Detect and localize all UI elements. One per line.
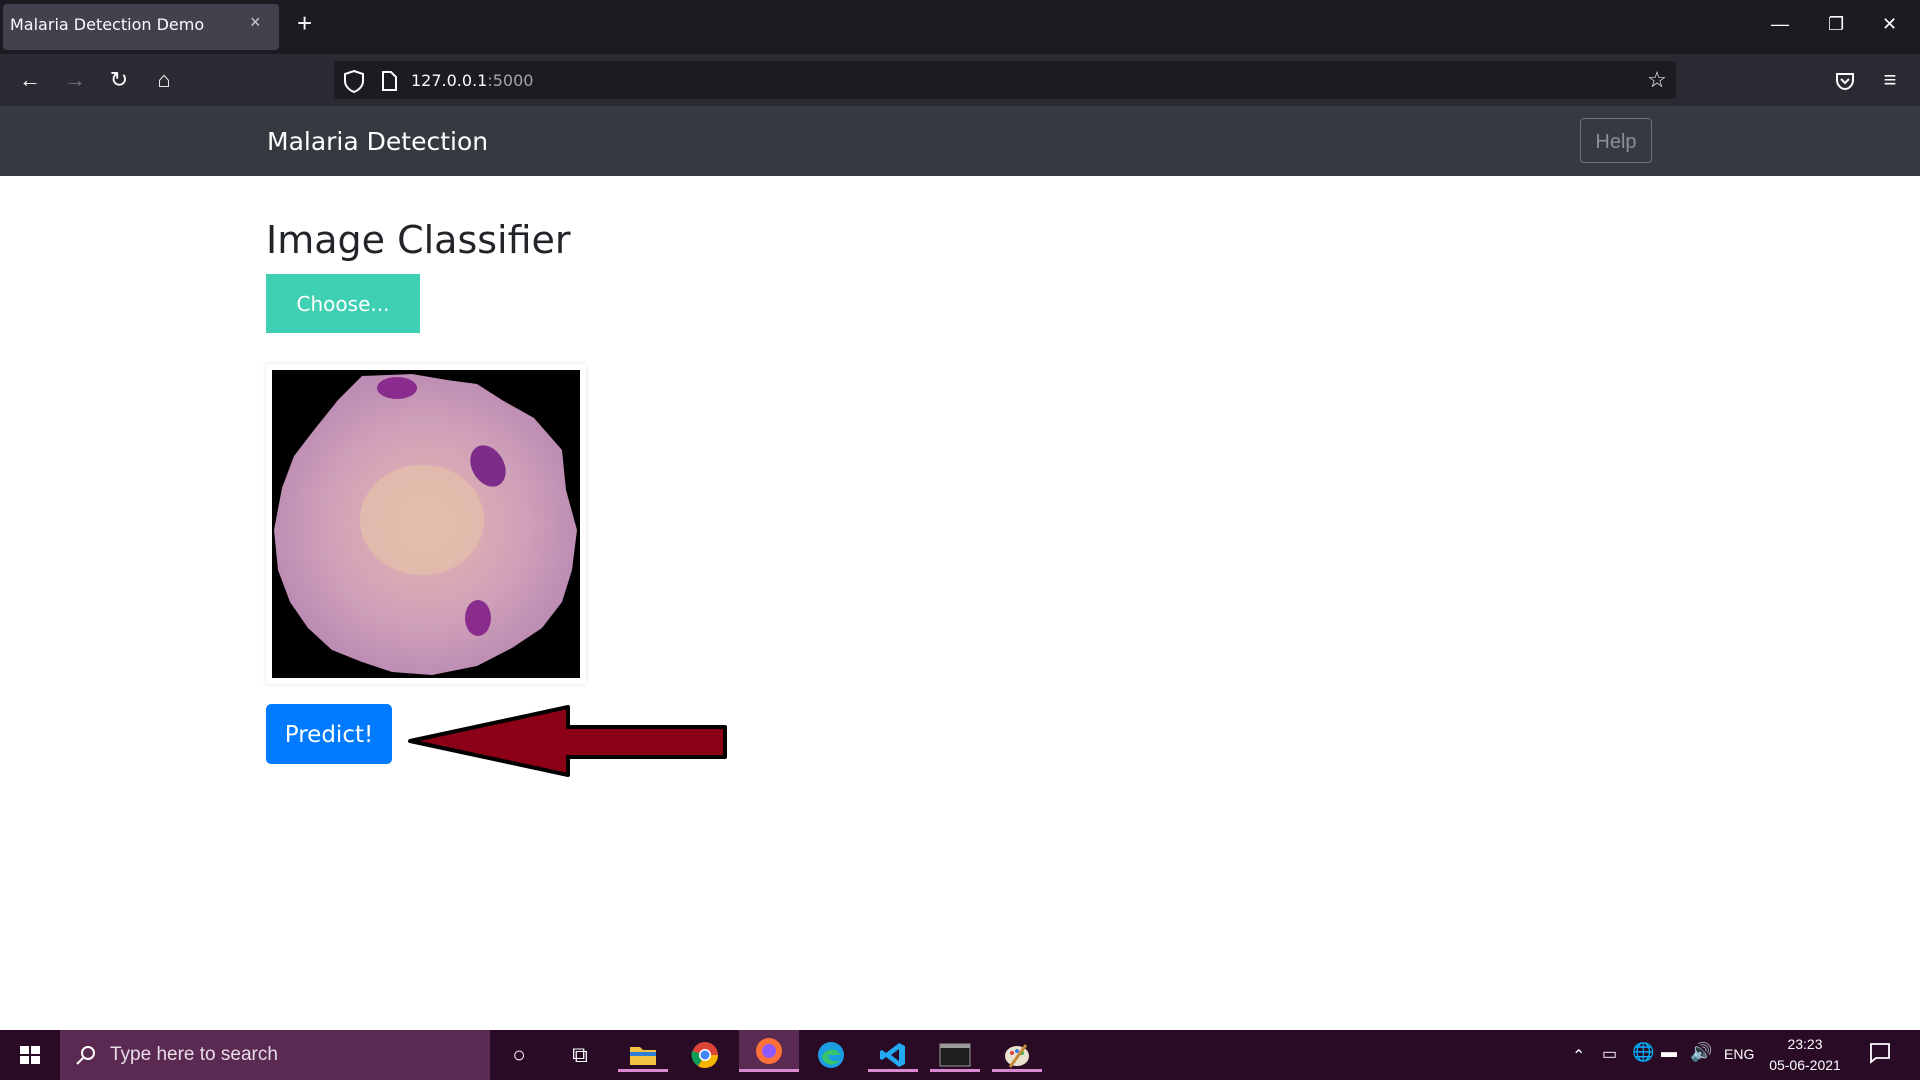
tray-chevron-icon[interactable]: ⌃	[1572, 1046, 1585, 1066]
clock-time: 23:23	[1787, 1036, 1823, 1052]
vscode-icon[interactable]	[868, 1038, 918, 1072]
language-indicator[interactable]: ENG	[1724, 1046, 1754, 1062]
network-icon[interactable]: 🌐	[1632, 1042, 1654, 1063]
windows-start-icon[interactable]	[0, 1030, 60, 1080]
bookmark-star-icon[interactable]: ☆	[1643, 66, 1671, 94]
cortana-icon[interactable]: ○	[494, 1038, 544, 1072]
chrome-icon[interactable]	[680, 1038, 730, 1072]
volume-icon[interactable]: 🔊	[1690, 1042, 1712, 1063]
shield-icon[interactable]	[340, 68, 368, 94]
close-window-icon[interactable]: ✕	[1882, 14, 1897, 35]
task-view-icon[interactable]: ⧉	[555, 1038, 605, 1072]
meet-now-icon[interactable]: ▭	[1602, 1044, 1617, 1064]
page-icon	[378, 69, 400, 93]
restore-icon[interactable]: ❐	[1828, 14, 1844, 35]
cell-image-preview	[272, 370, 580, 678]
url-text[interactable]: 127.0.0.1:5000	[411, 71, 533, 90]
battery-icon[interactable]: ▬	[1661, 1044, 1677, 1062]
tab-title: Malaria Detection Demo	[10, 15, 205, 34]
annotation-arrow	[408, 705, 727, 777]
url-port: :5000	[487, 71, 534, 90]
page-title: Image Classifier	[266, 218, 571, 262]
browser-tab-strip	[0, 0, 1920, 54]
menu-icon[interactable]: ≡	[1876, 66, 1904, 94]
address-bar[interactable]	[334, 61, 1676, 99]
back-icon[interactable]: ←	[16, 66, 44, 94]
firefox-icon[interactable]	[739, 1030, 799, 1072]
file-explorer-icon[interactable]	[618, 1038, 668, 1072]
home-icon[interactable]: ⌂	[150, 66, 178, 94]
minimize-icon[interactable]: —	[1771, 14, 1789, 35]
clock-date: 05-06-2021	[1769, 1057, 1841, 1073]
site-brand[interactable]: Malaria Detection	[267, 127, 488, 156]
url-host: 127.0.0.1	[411, 71, 488, 90]
search-icon	[74, 1043, 98, 1067]
help-button[interactable]: Help	[1580, 118, 1652, 163]
tab-close-icon[interactable]: ×	[250, 12, 261, 33]
edge-icon[interactable]	[806, 1038, 856, 1072]
reload-icon[interactable]: ↻	[105, 66, 133, 94]
notifications-icon[interactable]	[1868, 1041, 1892, 1065]
pocket-icon[interactable]	[1832, 68, 1858, 94]
forward-icon[interactable]: →	[61, 66, 89, 94]
predict-button[interactable]: Predict!	[266, 704, 392, 764]
choose-file-button[interactable]: Choose...	[266, 274, 420, 333]
search-placeholder: Type here to search	[110, 1044, 278, 1065]
clock[interactable]: 23:23 05-06-2021	[1760, 1034, 1850, 1076]
new-tab-icon[interactable]: +	[297, 10, 312, 36]
terminal-icon[interactable]	[930, 1038, 980, 1072]
paint-icon[interactable]	[992, 1038, 1042, 1072]
